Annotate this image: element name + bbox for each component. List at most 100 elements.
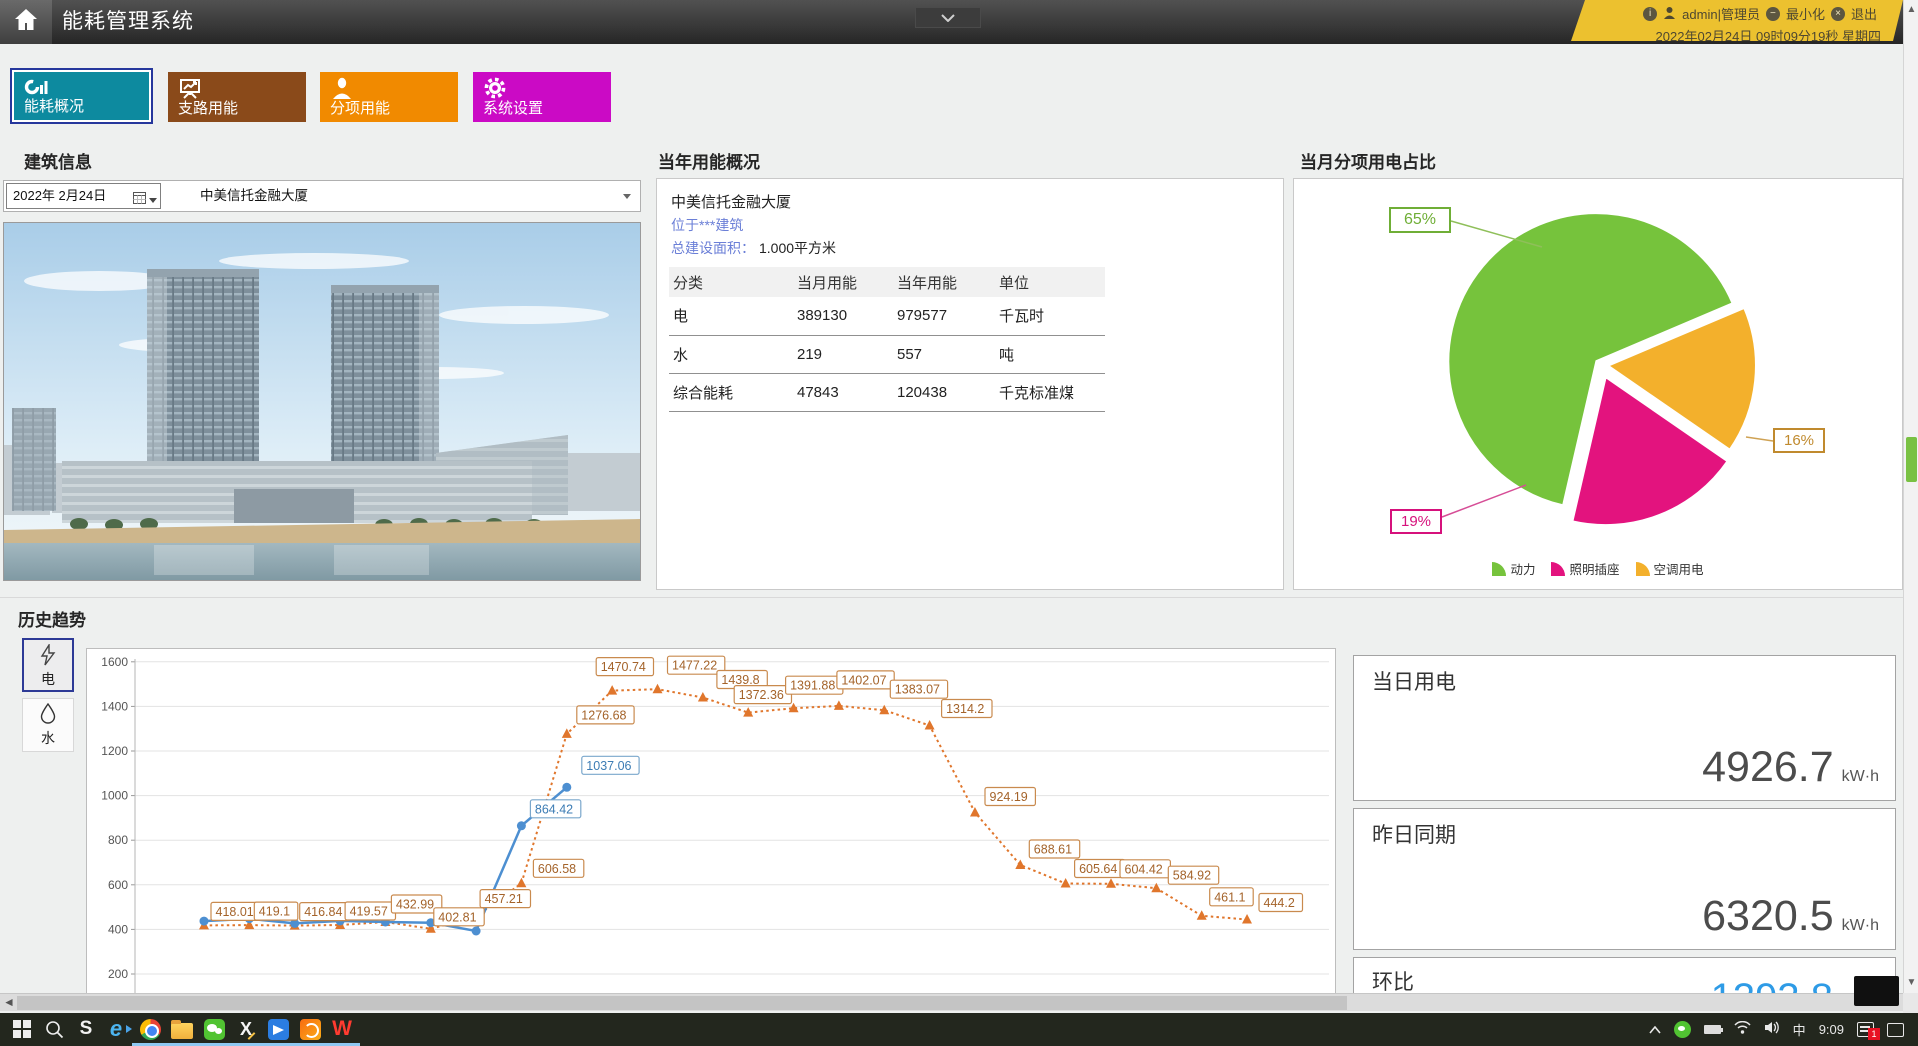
svg-text:419.1: 419.1 — [259, 905, 290, 919]
battery-icon[interactable] — [1704, 1025, 1721, 1034]
table-row: 电 389130 979577 千瓦时 — [669, 297, 1105, 335]
cell: 千克标准煤 — [995, 373, 1105, 411]
wechat-icon[interactable] — [202, 1017, 226, 1041]
vertical-scrollbar[interactable]: ▲ ▼ — [1903, 0, 1918, 1013]
user-icon — [1663, 6, 1676, 22]
horizontal-scroll-thumb[interactable] — [17, 996, 1347, 1010]
pie-chart-panel: 65% 19% 16% 动力 照明插座 空调用电 — [1293, 178, 1903, 590]
year-overview-heading: 当年用能概况 — [658, 148, 760, 173]
calendar-icon — [133, 188, 146, 212]
col-unit: 单位 — [995, 267, 1105, 297]
tray-chevron-up-icon[interactable] — [1649, 1021, 1661, 1039]
stat-card-yesterday: 昨日同期 6320.5 kW·h — [1353, 808, 1896, 950]
minimize-label[interactable]: 最小化 — [1786, 4, 1825, 23]
svg-text:1477.22: 1477.22 — [672, 659, 717, 673]
date-dropdown-icon[interactable] — [149, 198, 157, 203]
logout-icon[interactable]: × — [1831, 7, 1845, 21]
pie-section-heading: 当月分项用电占比 — [1300, 148, 1436, 173]
tray-wechat-icon[interactable] — [1674, 1021, 1691, 1038]
legend-swatch-power — [1492, 562, 1506, 576]
ime-indicator[interactable]: 中 — [1793, 1020, 1806, 1039]
scroll-left-icon[interactable]: ◄ — [1, 994, 17, 1012]
wifi-icon[interactable] — [1734, 1021, 1751, 1039]
minimize-icon[interactable]: − — [1766, 7, 1780, 21]
scrollbar-corner — [1903, 993, 1918, 1013]
stat-unit: kW·h — [1842, 768, 1879, 786]
svg-text:1400: 1400 — [101, 699, 128, 713]
svg-text:1391.88: 1391.88 — [790, 679, 835, 693]
teambition-icon[interactable] — [266, 1017, 290, 1041]
vertical-scroll-thumb[interactable] — [1906, 437, 1917, 482]
scroll-down-icon[interactable]: ▼ — [1904, 975, 1918, 991]
building-selector[interactable]: 2022年 2月24日 中美信托金融大厦 — [3, 180, 641, 212]
info-icon[interactable]: i — [1643, 7, 1657, 21]
svg-text:864.42: 864.42 — [535, 802, 573, 816]
taskbar: S e X W 中 9:09 — [0, 1013, 1918, 1046]
collapse-button[interactable] — [915, 7, 981, 28]
logout-label[interactable]: 退出 — [1851, 4, 1877, 23]
building-dropdown-icon[interactable] — [623, 194, 631, 199]
svg-text:1439.8: 1439.8 — [721, 673, 759, 687]
trend-electric-button[interactable]: 电 — [22, 638, 74, 692]
trend-heading: 历史趋势 — [18, 606, 86, 631]
svg-text:419.57: 419.57 — [350, 905, 388, 919]
stat-title: 当日用电 — [1372, 666, 1456, 696]
home-button[interactable] — [0, 0, 52, 44]
nav-tile-energy-overview[interactable]: 能耗概况 — [10, 68, 153, 124]
volume-icon[interactable] — [1764, 1021, 1780, 1039]
energy-table: 分类 当月用能 当年用能 单位 电 389130 979577 千瓦时 水 21… — [669, 267, 1105, 412]
titlebar: 能耗管理系统 i admin|管理员 − 最小化 × 退出 2022年02月24… — [0, 0, 1918, 44]
svg-text:605.64: 605.64 — [1079, 862, 1117, 876]
col-year: 当年用能 — [893, 267, 995, 297]
chrome-icon[interactable] — [138, 1017, 162, 1041]
legend-item-lighting: 照明插座 — [1551, 559, 1619, 578]
building-photo — [3, 222, 641, 581]
cell: 47843 — [793, 373, 893, 411]
stat-title: 环比 — [1372, 966, 1414, 993]
svg-text:200: 200 — [108, 967, 128, 981]
cell: 120438 — [893, 373, 995, 411]
trend-water-button[interactable]: 水 — [22, 698, 74, 752]
nav-tile-category-energy[interactable]: 分项用能 — [320, 72, 458, 122]
wps-icon[interactable]: W — [330, 1017, 354, 1041]
horizontal-scrollbar[interactable]: ◄ ► — [0, 993, 1903, 1011]
notification-icon[interactable]: 1 — [1857, 1022, 1874, 1037]
svg-text:1600: 1600 — [101, 655, 128, 669]
chevron-down-icon — [941, 9, 955, 27]
scroll-up-icon[interactable]: ▲ — [1904, 2, 1918, 18]
date-value: 2022年 2月24日 — [13, 188, 106, 203]
orange-app-icon[interactable] — [298, 1017, 322, 1041]
cell: 219 — [793, 335, 893, 373]
xshell-icon[interactable]: X — [234, 1017, 258, 1041]
file-explorer-icon[interactable] — [170, 1017, 194, 1041]
svg-text:418.01: 418.01 — [216, 905, 254, 919]
ie-icon[interactable]: e — [104, 1017, 128, 1041]
cell: 水 — [669, 335, 793, 373]
legend-swatch-lighting — [1551, 562, 1565, 576]
date-picker[interactable]: 2022年 2月24日 — [6, 183, 161, 209]
tooltip-box — [1854, 976, 1899, 1006]
svg-text:600: 600 — [108, 878, 128, 892]
svg-text:402.81: 402.81 — [438, 910, 476, 924]
search-icon[interactable] — [42, 1017, 66, 1041]
area-value: 1.000平方米 — [755, 240, 836, 256]
droplet-icon — [39, 712, 57, 729]
nav-tile-branch-energy[interactable]: 支路用能 — [168, 72, 306, 122]
legend-item-hvac: 空调用电 — [1636, 559, 1704, 578]
pie-chart-svg — [1294, 179, 1904, 591]
svg-text:444.2: 444.2 — [1264, 896, 1295, 910]
sogou-icon[interactable]: S — [74, 1017, 98, 1041]
lightning-icon — [39, 653, 57, 670]
clock[interactable]: 9:09 — [1819, 1022, 1844, 1037]
action-center-icon[interactable] — [1887, 1023, 1904, 1037]
svg-text:1470.74: 1470.74 — [601, 660, 646, 674]
legend-item-power: 动力 — [1492, 559, 1535, 578]
svg-text:1000: 1000 — [101, 789, 128, 803]
start-button[interactable] — [10, 1017, 34, 1041]
pie-callout-hvac: 16% — [1773, 428, 1825, 453]
datetime-display: 2022年02月24日 09时09分19秒 星期四 — [1563, 23, 1903, 45]
area-label: 总建设面积： — [671, 240, 755, 256]
nav-tile-settings[interactable]: 系统设置 — [473, 72, 611, 122]
electric-label: 电 — [24, 669, 72, 689]
water-label: 水 — [23, 728, 73, 748]
